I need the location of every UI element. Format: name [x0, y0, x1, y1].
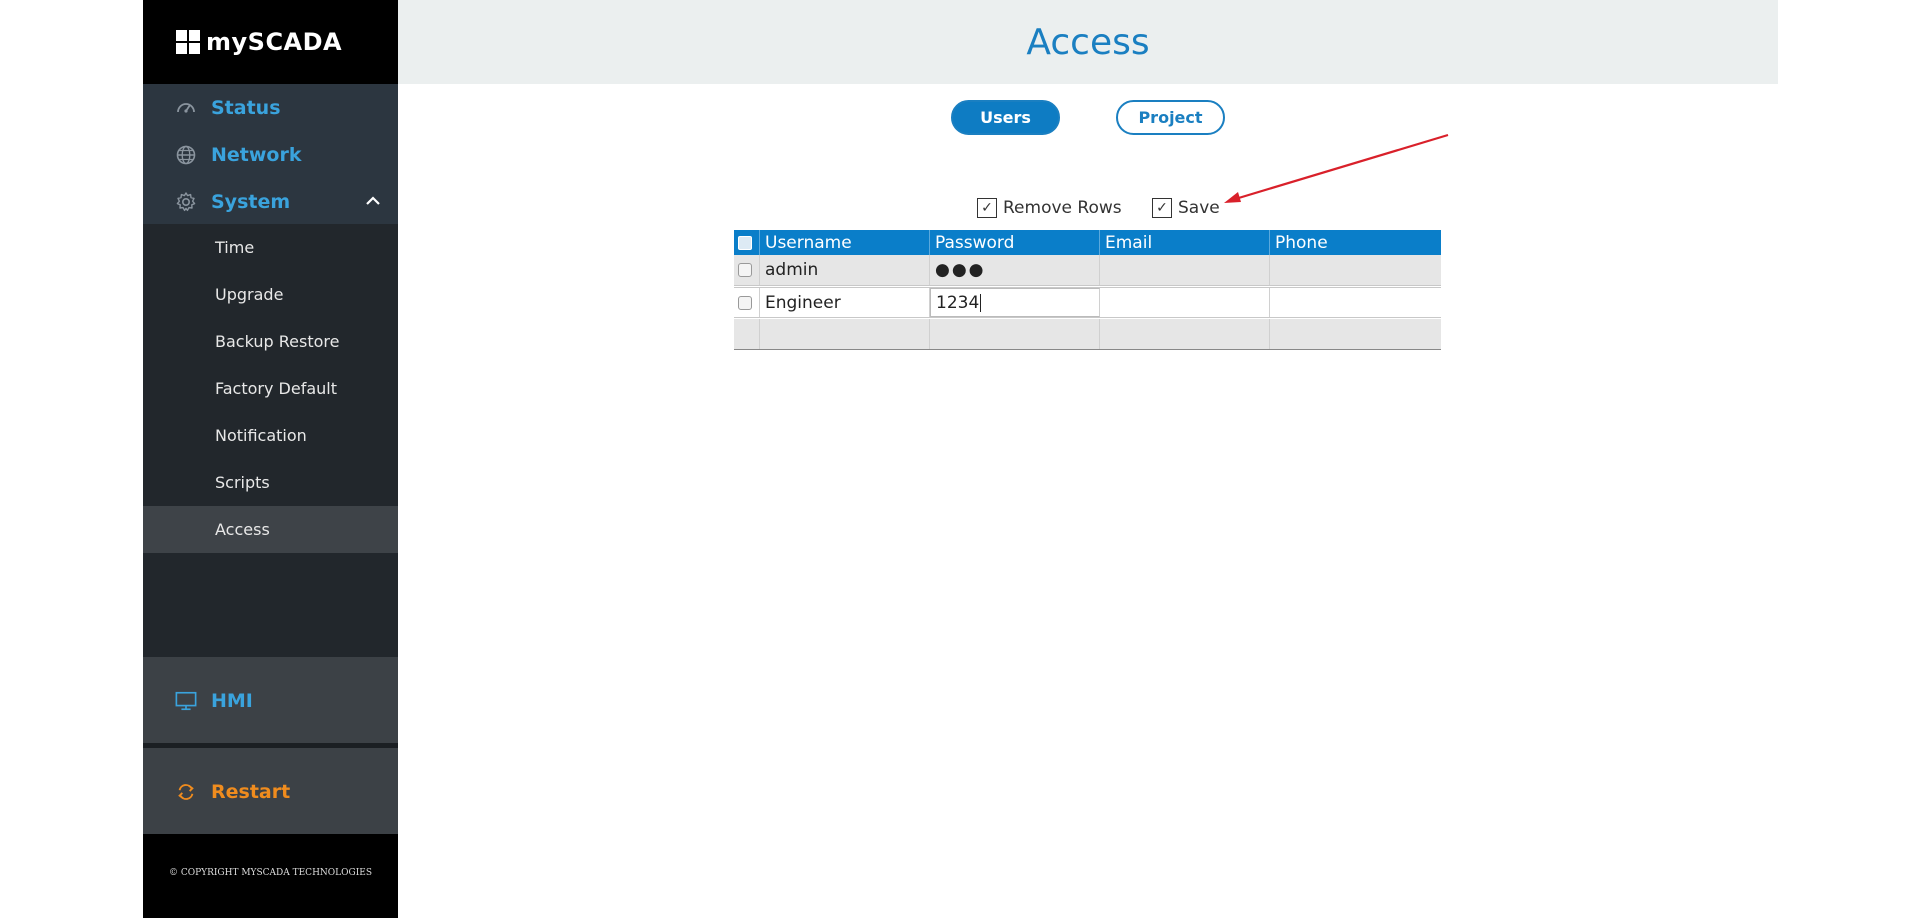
sidebar-item-label: Time [215, 238, 255, 257]
username-cell[interactable]: admin [760, 255, 930, 285]
sidebar-item-system[interactable]: System [143, 178, 398, 225]
column-header-password[interactable]: Password [930, 230, 1100, 255]
restart-section: Restart [143, 748, 398, 834]
sidebar-item-label: Scripts [215, 473, 270, 492]
phone-cell[interactable] [1270, 319, 1441, 349]
table-row-empty[interactable] [734, 319, 1441, 350]
sidebar-item-notification[interactable]: Notification [143, 412, 398, 459]
username-cell[interactable] [760, 319, 930, 349]
monitor-icon [175, 690, 197, 712]
logo-text: mySCADA [206, 28, 343, 56]
restart-label: Restart [211, 780, 291, 803]
sidebar-item-label: Status [211, 96, 281, 119]
sidebar-item-label: Upgrade [215, 285, 284, 304]
sidebar-item-scripts[interactable]: Scripts [143, 459, 398, 506]
sidebar-item-upgrade[interactable]: Upgrade [143, 271, 398, 318]
globe-icon [175, 144, 197, 166]
gear-icon [175, 191, 197, 213]
logo[interactable]: mySCADA [143, 0, 398, 84]
sidebar-item-label: HMI [211, 689, 253, 712]
page-header: Access [398, 0, 1778, 84]
save-label: Save [1178, 198, 1220, 218]
remove-rows-label: Remove Rows [1003, 198, 1122, 218]
column-header-username[interactable]: Username [760, 230, 930, 255]
chevron-up-icon[interactable] [364, 192, 382, 215]
sidebar-item-time[interactable]: Time [143, 224, 398, 271]
phone-cell[interactable] [1270, 288, 1441, 317]
sidebar-item-label: Backup Restore [215, 332, 340, 351]
remove-rows-option[interactable]: ✓ Remove Rows [977, 196, 1122, 220]
password-cell[interactable] [930, 319, 1100, 349]
password-value: 1234 [936, 292, 980, 313]
row-select-cell [734, 319, 760, 349]
save-checkbox[interactable]: ✓ [1152, 198, 1172, 218]
row-checkbox[interactable] [738, 263, 752, 277]
system-subnav: Time Upgrade Backup Restore Factory Defa… [143, 224, 398, 657]
sidebar-item-status[interactable]: Status [143, 84, 398, 131]
hmi-section: HMI [143, 657, 398, 743]
text-caret [980, 293, 982, 312]
save-option[interactable]: ✓ Save [1152, 196, 1220, 220]
select-all-cell[interactable] [734, 230, 760, 255]
annotation-arrow [1224, 133, 1449, 203]
select-all-checkbox[interactable] [738, 235, 752, 250]
copyright-text: © COPYRIGHT MYSCADA TECHNOLOGIES [168, 868, 373, 878]
tab-users[interactable]: Users [951, 100, 1060, 135]
sidebar: mySCADA Status Network System Time Upgra… [143, 0, 398, 918]
phone-cell[interactable] [1270, 255, 1441, 285]
email-cell[interactable] [1100, 288, 1270, 317]
table-row[interactable]: admin ●●● [734, 255, 1441, 286]
sidebar-item-label: Access [215, 520, 270, 539]
sidebar-item-label: System [211, 190, 291, 213]
restart-button[interactable]: Restart [143, 768, 398, 815]
email-cell[interactable] [1100, 319, 1270, 349]
row-select-cell[interactable] [734, 288, 760, 317]
main-nav: Status Network System [143, 84, 398, 224]
table-header: Username Password Email Phone [734, 230, 1441, 255]
tab-project[interactable]: Project [1116, 100, 1225, 135]
sidebar-item-network[interactable]: Network [143, 131, 398, 178]
email-cell[interactable] [1100, 255, 1270, 285]
logo-mark-icon [176, 30, 200, 54]
password-cell-editor[interactable]: 1234 [930, 288, 1100, 317]
sidebar-item-hmi[interactable]: HMI [143, 677, 398, 724]
gauge-icon [175, 97, 197, 119]
column-header-email[interactable]: Email [1100, 230, 1270, 255]
sidebar-item-access[interactable]: Access [143, 506, 398, 553]
sidebar-item-label: Notification [215, 426, 307, 445]
password-cell[interactable]: ●●● [930, 255, 1100, 285]
sidebar-item-factory-default[interactable]: Factory Default [143, 365, 398, 412]
refresh-icon [175, 781, 197, 803]
sidebar-item-label: Factory Default [215, 379, 337, 398]
row-checkbox[interactable] [738, 295, 752, 310]
row-select-cell[interactable] [734, 255, 760, 285]
page-title: Access [1026, 21, 1150, 63]
column-header-phone[interactable]: Phone [1270, 230, 1441, 255]
remove-rows-checkbox[interactable]: ✓ [977, 198, 997, 218]
sidebar-item-backup-restore[interactable]: Backup Restore [143, 318, 398, 365]
sidebar-item-label: Network [211, 143, 302, 166]
table-row[interactable]: Engineer 1234 [734, 287, 1441, 318]
username-cell[interactable]: Engineer [760, 288, 930, 317]
